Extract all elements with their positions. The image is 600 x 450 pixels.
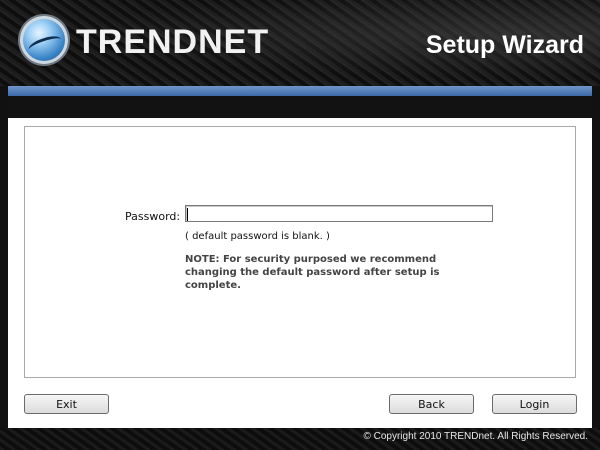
exit-button[interactable]: Exit xyxy=(24,394,109,414)
password-input[interactable] xyxy=(185,205,493,222)
password-label: Password: xyxy=(125,210,181,223)
back-button[interactable]: Back xyxy=(389,394,474,414)
text-caret xyxy=(187,208,188,221)
main-panel: Password: ( default password is blank. )… xyxy=(8,118,592,428)
security-note: NOTE: For security purposed we recommend… xyxy=(185,254,440,291)
header-divider-band xyxy=(8,96,592,118)
trendnet-logo-icon xyxy=(20,16,68,64)
wizard-title: Setup Wizard xyxy=(425,31,584,59)
default-password-hint: ( default password is blank. ) xyxy=(185,231,330,242)
copyright-text: © Copyright 2010 TRENDnet. All Rights Re… xyxy=(363,431,588,442)
footer-bar: © Copyright 2010 TRENDnet. All Rights Re… xyxy=(0,428,600,450)
header-banner: TRENDNET Setup Wizard xyxy=(0,0,600,86)
brand-logo-text: TRENDNET xyxy=(76,23,270,61)
login-content-box: Password: ( default password is blank. )… xyxy=(24,126,576,378)
accent-bar xyxy=(8,86,592,96)
login-button[interactable]: Login xyxy=(492,394,577,414)
